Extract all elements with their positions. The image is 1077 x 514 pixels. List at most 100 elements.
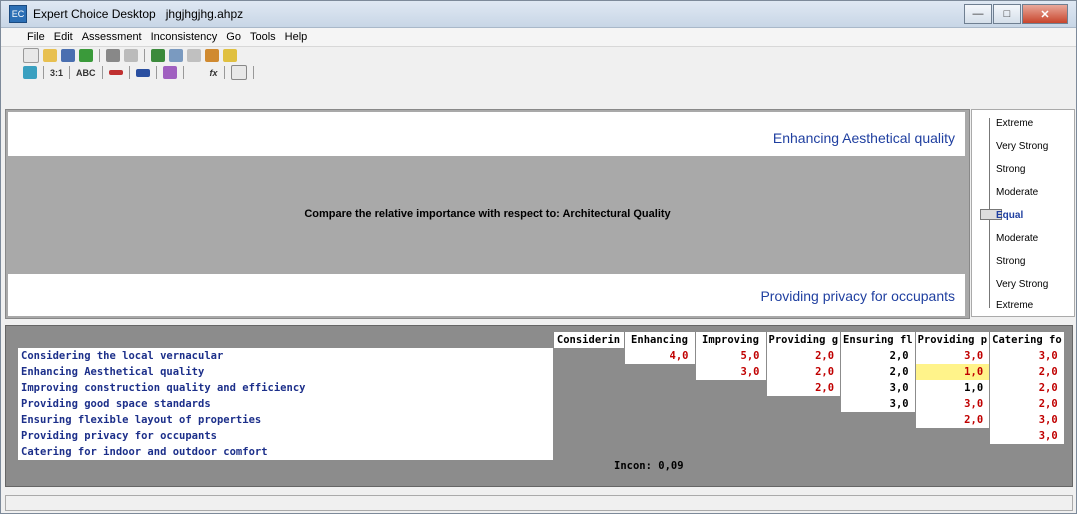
matrix-cell[interactable]: 1,0: [914, 380, 990, 396]
abc-button[interactable]: ABC: [76, 68, 96, 78]
row-header[interactable]: Providing good space standards: [18, 396, 553, 412]
row-header[interactable]: Catering for indoor and outdoor comfort: [18, 444, 553, 460]
chart-icon[interactable]: [187, 49, 201, 62]
matrix-cell[interactable]: 4,0: [623, 348, 695, 364]
calculator-icon[interactable]: [151, 49, 165, 62]
open-icon[interactable]: [43, 49, 57, 62]
close-button[interactable]: ✕: [1022, 4, 1068, 24]
matrix-cell[interactable]: 2,0: [989, 380, 1064, 396]
tree-icon[interactable]: [23, 66, 37, 79]
matrix-cell[interactable]: 2,0: [765, 364, 841, 380]
matrix-cell[interactable]: 3,0: [914, 396, 990, 412]
matrix-cell[interactable]: 1,0: [914, 364, 990, 380]
verbal-scale[interactable]: Extreme Very Strong Strong Moderate Equa…: [971, 109, 1075, 317]
toolbar-separator: [99, 49, 100, 62]
matrix-cell: [765, 412, 841, 428]
menu-assessment[interactable]: Assessment: [82, 31, 142, 43]
matrix-cell: [623, 380, 695, 396]
check-icon[interactable]: [79, 49, 93, 62]
matrix-cell[interactable]: 2,0: [840, 364, 916, 380]
scale-very-strong-bottom[interactable]: Very Strong: [996, 279, 1048, 290]
matrix-cell: [694, 412, 766, 428]
table-row: Improving construction quality and effic…: [18, 380, 1064, 396]
toolbar-separator: [69, 66, 71, 79]
app-logo-icon: EC: [9, 5, 27, 23]
matrix-cell[interactable]: 3,0: [840, 396, 916, 412]
menu-file[interactable]: File: [27, 31, 45, 43]
maximize-button[interactable]: □: [993, 4, 1021, 24]
row-header[interactable]: Providing privacy for occupants: [18, 428, 553, 444]
scale-extreme-bottom[interactable]: Extreme: [996, 300, 1033, 311]
matrix-cell[interactable]: 3,0: [914, 348, 990, 364]
col-header[interactable]: Providing g: [765, 332, 841, 348]
row-header[interactable]: Improving construction quality and effic…: [18, 380, 553, 396]
menu-inconsistency[interactable]: Inconsistency: [151, 31, 218, 43]
title-bar: EC Expert Choice Desktop jhgjhgjhg.ahpz …: [1, 1, 1076, 28]
menu-bar: File Edit Assessment Inconsistency Go To…: [1, 28, 1076, 47]
matrix-cell[interactable]: 3,0: [989, 428, 1064, 444]
matrix-cell: [694, 380, 766, 396]
menu-edit[interactable]: Edit: [54, 31, 73, 43]
matrix-cell[interactable]: 5,0: [694, 348, 766, 364]
menu-tools[interactable]: Tools: [250, 31, 276, 43]
table-row: Providing good space standards 3,0 3,0 2,0: [18, 396, 1064, 412]
matrix-cell[interactable]: 2,0: [989, 396, 1064, 412]
scale-extreme-top[interactable]: Extreme: [996, 118, 1033, 129]
col-header[interactable]: Considerin: [552, 332, 624, 348]
matrix-cell[interactable]: 2,0: [840, 348, 916, 364]
table-row: Considering the local vernacular 4,0 5,0 2,…: [18, 348, 1064, 364]
new-icon[interactable]: [23, 48, 39, 63]
formula-button[interactable]: fx: [210, 68, 218, 78]
row-header[interactable]: Enhancing Aesthetical quality: [18, 364, 553, 380]
table-row: Catering for indoor and outdoor comfort: [18, 444, 1064, 460]
toolbar-separator: [223, 66, 225, 79]
comparison-question: Compare the relative importance with res…: [304, 208, 671, 220]
bottom-element-box[interactable]: Providing privacy for occupants: [8, 274, 965, 316]
toolbar-secondary: 3:1 ABC fx: [1, 64, 1076, 81]
matrix-cell[interactable]: 3,0: [694, 364, 766, 380]
matrix-cell[interactable]: 2,0: [914, 412, 990, 428]
exit-icon[interactable]: [223, 49, 237, 62]
matrix-cell[interactable]: 3,0: [989, 348, 1064, 364]
col-header[interactable]: Catering fo: [989, 332, 1064, 348]
save-icon[interactable]: [61, 49, 75, 62]
col-header[interactable]: Enhancing: [623, 332, 695, 348]
scale-strong-bottom[interactable]: Strong: [996, 256, 1025, 267]
matrix-cell: [694, 444, 766, 460]
sync-icon[interactable]: [169, 49, 183, 62]
matrix-cell[interactable]: 3,0: [989, 412, 1064, 428]
matrix-cell[interactable]: 2,0: [765, 348, 841, 364]
table-row: Providing privacy for occupants 3,0: [18, 428, 1064, 444]
matrix-cell: [552, 428, 624, 444]
top-element-box[interactable]: Enhancing Aesthetical quality: [8, 112, 965, 156]
menu-go[interactable]: Go: [226, 31, 241, 43]
minimize-button[interactable]: —: [964, 4, 992, 24]
scale-very-strong-top[interactable]: Very Strong: [996, 141, 1048, 152]
matrix-cell: [623, 444, 695, 460]
scale-strong-top[interactable]: Strong: [996, 164, 1025, 175]
matrix-cell[interactable]: 3,0: [840, 380, 916, 396]
matrix-cell[interactable]: 2,0: [989, 364, 1064, 380]
col-header[interactable]: Ensuring fl: [840, 332, 916, 348]
print-icon[interactable]: [106, 49, 120, 62]
matrix-cell[interactable]: 2,0: [765, 380, 841, 396]
menu-help[interactable]: Help: [285, 31, 308, 43]
hierarchy-icon[interactable]: [205, 49, 219, 62]
grid-icon[interactable]: [230, 65, 247, 80]
preview-icon[interactable]: [124, 49, 138, 62]
filter-icon[interactable]: [162, 66, 177, 79]
table-row: Enhancing Aesthetical quality 3,0 2,0 2,0 1,…: [18, 364, 1064, 380]
matrix-cell: [552, 444, 624, 460]
sort-icon[interactable]: [135, 68, 150, 77]
scale-moderate-bottom[interactable]: Moderate: [996, 233, 1038, 244]
col-header[interactable]: Providing p: [914, 332, 990, 348]
bar-graph-icon[interactable]: [108, 70, 123, 75]
row-header[interactable]: Ensuring flexible layout of properties: [18, 412, 553, 428]
col-header[interactable]: Improving: [694, 332, 766, 348]
row-header[interactable]: Considering the local vernacular: [18, 348, 553, 364]
matrix-cell: [623, 412, 695, 428]
toolbar-separator: [128, 66, 130, 79]
scale-equal[interactable]: Equal: [996, 210, 1023, 221]
scale-moderate-top[interactable]: Moderate: [996, 187, 1038, 198]
ratio-button[interactable]: 3:1: [50, 68, 63, 78]
